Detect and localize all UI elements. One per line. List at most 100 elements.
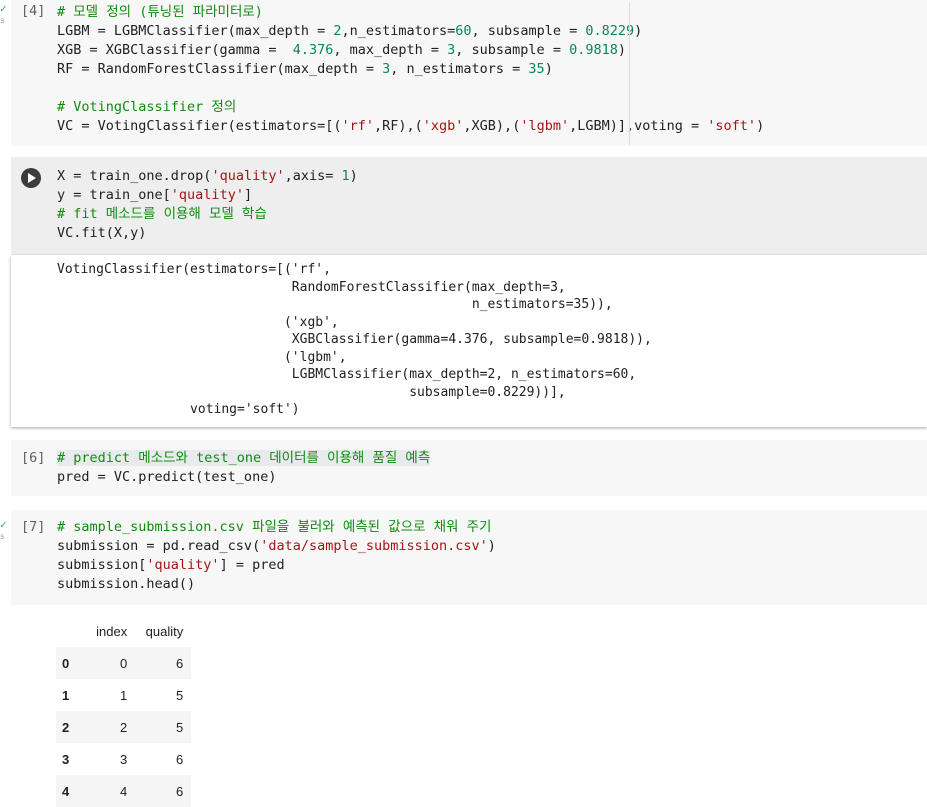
- code-token: X = train_one.drop(: [57, 168, 212, 184]
- cell-quality: 5: [176, 687, 184, 703]
- executed-check-icon: ✓: [0, 2, 7, 15]
- code-token: ,LGBM)],voting =: [569, 118, 708, 134]
- code-token: ): [349, 168, 358, 184]
- run-cell-button[interactable]: [21, 168, 41, 188]
- code-comment: # VotingClassifier 정의: [57, 99, 237, 115]
- code-string: 'quality': [146, 557, 220, 573]
- code-string: 'xgb': [422, 118, 464, 134]
- code-line: submission['quality'] = pred: [57, 556, 496, 575]
- cell-quality: 6: [176, 751, 184, 767]
- code-token: ,XGB),(: [463, 118, 521, 134]
- code-token: submission.head(): [57, 576, 196, 592]
- execution-count: [7]: [21, 519, 46, 535]
- code-line: # predict 메소드와 test_one 데이터를 이용해 품질 예측: [57, 449, 431, 468]
- code-token: RF = RandomForestClassifier(max_depth =: [57, 61, 383, 77]
- code-token: ,n_estimators=: [341, 23, 456, 39]
- code-line: pred = VC.predict(test_one): [57, 468, 430, 487]
- code-string: 'quality': [211, 168, 285, 184]
- code-cell-predict[interactable]: [6] # predict 메소드와 test_one 데이터를 이용해 품질 …: [11, 440, 927, 496]
- table-row: 2 2 5: [56, 711, 192, 743]
- column-header: quality: [145, 623, 184, 639]
- row-index-label: 2: [62, 719, 70, 735]
- code-line: VC.fit(X,y): [57, 224, 358, 243]
- code-token: ] = pred: [219, 557, 285, 573]
- exec-time-marker: s: [0, 532, 5, 541]
- table-row: 0 0 6: [56, 647, 192, 679]
- code-token: , max_depth =: [333, 42, 448, 58]
- code-token: ,axis=: [284, 168, 342, 184]
- code-number: 60: [455, 23, 472, 39]
- cell-index: 3: [120, 751, 128, 767]
- code-token: ): [487, 538, 496, 554]
- code-line: # sample_submission.csv 파일을 불러와 예측된 값으로 …: [57, 518, 496, 537]
- table-row: 4 4 6: [56, 775, 192, 807]
- code-token: pred = VC.predict(test_one): [57, 469, 277, 485]
- code-line: submission = pd.read_csv('data/sample_su…: [57, 537, 496, 556]
- code-line: XGB = XGBClassifier(gamma = 4.376, max_d…: [57, 41, 764, 60]
- execution-count: [6]: [21, 450, 46, 466]
- row-index-label: 0: [62, 655, 70, 671]
- code-editor[interactable]: # 모델 정의 (튜닝된 파라미터로) LGBM = LGBMClassifier…: [57, 3, 764, 136]
- code-line: VC = VotingClassifier(estimators=[('rf',…: [57, 117, 764, 136]
- code-token: ]: [243, 187, 253, 203]
- code-token: ): [617, 42, 626, 58]
- cell-index: 0: [120, 655, 128, 671]
- code-line: y = train_one['quality']: [57, 186, 358, 205]
- code-line: submission.head(): [57, 575, 496, 594]
- code-token: submission[: [57, 557, 147, 573]
- code-number: 1: [341, 168, 350, 184]
- code-number: 0.8229: [585, 23, 635, 39]
- dataframe-output: index quality 0 0 6 1 1 5 2 2 5 3 3 6 4 4 6: [56, 615, 192, 807]
- code-number: 4.376: [292, 42, 334, 58]
- fit-output-text: VotingClassifier(estimators=[('rf', Rand…: [57, 262, 652, 417]
- code-cell-submission[interactable]: [7] # sample_submission.csv 파일을 불러와 예측된 …: [11, 510, 927, 605]
- cell-quality: 5: [176, 719, 184, 735]
- code-token: XGB = XGBClassifier(gamma =: [57, 42, 293, 58]
- cell-quality: 6: [176, 655, 184, 671]
- code-string: 'lgbm': [520, 118, 570, 134]
- code-number: 35: [528, 61, 545, 77]
- code-line: LGBM = LGBMClassifier(max_depth = 2,n_es…: [57, 22, 764, 41]
- cell-index: 1: [120, 687, 128, 703]
- executed-check-icon: ✓: [0, 518, 7, 531]
- code-comment: # predict 메소드와 test_one 데이터를 이용해 품질 예측: [57, 450, 431, 466]
- code-editor[interactable]: X = train_one.drop('quality',axis= 1) y =…: [57, 167, 358, 243]
- table-row: 1 1 5: [56, 679, 191, 711]
- cell-quality: 6: [176, 783, 184, 799]
- code-string: 'rf': [341, 118, 374, 134]
- code-token: submission = pd.read_csv(: [57, 538, 261, 554]
- column-header: index: [96, 623, 128, 639]
- code-comment: # fit 메소드를 이용해 모델 학습: [57, 206, 267, 222]
- code-editor[interactable]: # sample_submission.csv 파일을 불러와 예측된 값으로 …: [57, 518, 496, 594]
- row-index-label: 4: [62, 783, 70, 799]
- code-line: # fit 메소드를 이용해 모델 학습: [57, 205, 358, 224]
- code-line: # 모델 정의 (튜닝된 파라미터로): [57, 3, 764, 22]
- code-comment: # 모델 정의 (튜닝된 파라미터로): [57, 4, 263, 20]
- code-token: ): [634, 23, 643, 39]
- code-cell-model-definition[interactable]: [4] # 모델 정의 (튜닝된 파라미터로) LGBM = LGBMClassi…: [11, 0, 927, 146]
- index-header-corner: [56, 615, 87, 647]
- code-token: VC = VotingClassifier(estimators=[(: [57, 118, 342, 134]
- code-string: 'data/sample_submission.csv': [260, 538, 488, 554]
- code-token: ,RF),(: [374, 118, 423, 134]
- execution-count: [4]: [21, 3, 46, 19]
- cell-index: 2: [120, 719, 128, 735]
- code-token: y = train_one[: [57, 187, 171, 203]
- code-token: , n_estimators =: [390, 61, 529, 77]
- code-line: # VotingClassifier 정의: [57, 98, 764, 117]
- code-string: 'quality': [170, 187, 244, 203]
- code-line: X = train_one.drop('quality',axis= 1): [57, 167, 358, 186]
- code-token: , subsample =: [455, 42, 570, 58]
- code-token: ): [756, 118, 765, 134]
- code-string: 'soft': [707, 118, 757, 134]
- cell-output: VotingClassifier(estimators=[('rf', Rand…: [11, 255, 927, 427]
- row-index-label: 1: [62, 687, 70, 703]
- code-editor[interactable]: # predict 메소드와 test_one 데이터를 이용해 품질 예측 pr…: [57, 449, 431, 487]
- code-token: VC.fit(X,y): [57, 225, 147, 241]
- play-icon: [27, 173, 36, 183]
- code-cell-fit[interactable]: X = train_one.drop('quality',axis= 1) y =…: [11, 157, 927, 255]
- code-token: , subsample =: [471, 23, 586, 39]
- code-line: RF = RandomForestClassifier(max_depth = …: [57, 60, 764, 79]
- table-row: 3 3 6: [56, 743, 191, 775]
